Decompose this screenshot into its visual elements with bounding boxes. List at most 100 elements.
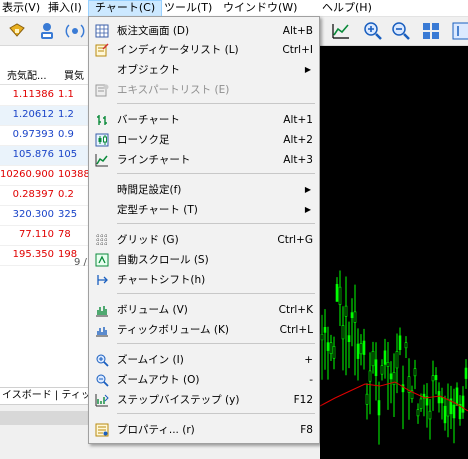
ask-price: 1.1 [58, 89, 74, 100]
market-watch-panel: 売気配... 買気 1.11386 1.1 1.20612 1.2 0.97393 0.9… [0, 46, 88, 459]
market-watch-row[interactable]: 0.28397 0.2 [0, 186, 88, 206]
candle-body [377, 400, 381, 416]
menu-item-properties[interactable]: プロパティ... (r) F8 [89, 420, 319, 440]
ask-price: 325 [58, 209, 78, 220]
candle-body [332, 346, 336, 359]
market-watch-row[interactable]: 1.11386 1.1 [0, 86, 88, 106]
bar-chart-icon [95, 113, 109, 127]
market-watch-header: 売気配... 買気 [0, 64, 88, 85]
candle-body [434, 375, 438, 381]
candlestick-icon [95, 133, 109, 147]
market-watch-icon[interactable] [6, 20, 28, 42]
candle-body [335, 284, 339, 302]
candle-body [401, 384, 405, 393]
ask-price: 78 [58, 229, 71, 240]
menu-item-auto-scroll[interactable]: 自動スクロール (S) [89, 250, 319, 270]
grid-icon [95, 233, 109, 247]
candle-body [464, 367, 468, 379]
ask-price: 1.2 [58, 109, 74, 120]
bid-price: 10260.900 [0, 169, 54, 180]
market-watch-row[interactable]: 1.20612 1.2 [0, 106, 88, 126]
column-header-bid[interactable]: 売気配... [7, 67, 57, 82]
menu-insert[interactable]: 挿入(I) [42, 0, 88, 17]
signal-icon[interactable] [64, 20, 86, 42]
candle-body [386, 362, 390, 367]
menu-separator [117, 413, 315, 414]
bid-price: 320.300 [12, 209, 54, 220]
ask-price: 10388 [58, 169, 88, 180]
navigator-icon[interactable] [36, 20, 58, 42]
menu-item-templates[interactable]: 定型チャート (T) ▶ [89, 200, 319, 220]
zoom-out-toolbar-icon[interactable] [390, 20, 412, 42]
bid-price: 1.11386 [12, 89, 54, 100]
column-header-ask[interactable]: 買気 [64, 67, 88, 82]
menu-tools[interactable]: ツール(T) [158, 0, 218, 17]
market-watch-row[interactable]: 10260.900 10388 [0, 166, 88, 186]
zoom-in-toolbar-icon[interactable] [362, 20, 384, 42]
market-watch-row[interactable]: 320.300 325 [0, 206, 88, 226]
market-watch-tabs[interactable]: イスボード | ティック [0, 387, 88, 405]
menu-item-bar-chart[interactable]: バーチャート Alt+1 [89, 110, 319, 130]
market-watch-row[interactable]: 0.97393 0.9 [0, 126, 88, 146]
line-chart-icon [95, 153, 109, 167]
bid-price: 105.876 [12, 149, 54, 160]
bid-price: 1.20612 [12, 109, 54, 120]
menu-help[interactable]: ヘルプ(H) [316, 0, 378, 17]
bid-price: 77.110 [19, 229, 54, 240]
candle-body [365, 393, 369, 405]
menu-item-step-by-step[interactable]: ステップバイステップ (y) F12 [89, 390, 319, 410]
market-watch-row[interactable]: 77.110 78 [0, 226, 88, 246]
candle-body [440, 396, 444, 404]
volume-icon [95, 303, 109, 317]
price-chart[interactable] [320, 46, 468, 459]
menu-separator [117, 343, 315, 344]
menu-item-indicator-list[interactable]: インディケータリスト (L) Ctrl+I [89, 40, 319, 60]
menu-item-timeframes[interactable]: 時間足設定(f) ▶ [89, 180, 319, 200]
submenu-arrow-icon: ▶ [304, 65, 311, 74]
tick-volume-icon [95, 323, 109, 337]
candle-body [428, 410, 432, 420]
order-book-icon [95, 24, 109, 38]
candle-body [359, 343, 363, 355]
ask-price: 105 [58, 149, 78, 160]
tile-windows-icon[interactable] [420, 20, 442, 42]
chart-shift-toolbar-icon[interactable] [450, 20, 468, 42]
expert-list-icon [95, 83, 109, 97]
candle-body [395, 351, 399, 369]
candle-body [323, 327, 327, 333]
candle-body [461, 395, 465, 413]
menu-view[interactable]: 表示(V) [0, 0, 46, 17]
chart-canvas [320, 270, 468, 445]
candle-body [455, 387, 459, 406]
menu-window[interactable]: ウインドウ(W) [217, 0, 303, 17]
menu-item-zoom-out[interactable]: ズームアウト (O) - [89, 370, 319, 390]
menu-item-tick-volume[interactable]: ティックボリューム (K) Ctrl+L [89, 320, 319, 340]
line-chart-toolbar-icon[interactable] [330, 20, 352, 42]
candle-body [371, 351, 375, 367]
menu-item-candlestick[interactable]: ローソク足 Alt+2 [89, 130, 319, 150]
menu-item-chart-shift[interactable]: チャートシフト(h) [89, 270, 319, 290]
candle-body [368, 370, 372, 382]
menu-chart[interactable]: チャート(C) [88, 0, 163, 17]
menu-item-zoom-in[interactable]: ズームイン (I) + [89, 350, 319, 370]
step-by-step-icon [95, 393, 109, 407]
candle-body [431, 375, 435, 382]
menu-item-volume[interactable]: ボリューム (V) Ctrl+K [89, 300, 319, 320]
candle-body [404, 342, 408, 349]
candle-body [320, 334, 324, 341]
menu-item-grid[interactable]: グリッド (G) Ctrl+G [89, 230, 319, 250]
candle-body [338, 286, 342, 305]
candle-body [437, 391, 441, 404]
candle-body [452, 404, 456, 419]
candle-body [443, 405, 447, 424]
candle-body [446, 399, 450, 417]
chart-dropdown-menu: 板注文画面 (D) Alt+B インディケータリスト (L) Ctrl+I オブ… [88, 16, 320, 444]
menu-item-order-book[interactable]: 板注文画面 (D) Alt+B [89, 21, 319, 41]
symbol-count: 9 / [74, 257, 87, 268]
candle-body [389, 373, 393, 380]
candle-body [347, 335, 351, 343]
menu-item-line-chart[interactable]: ラインチャート Alt+3 [89, 150, 319, 170]
candle-body [350, 312, 354, 319]
market-watch-row[interactable]: 105.876 105 [0, 146, 88, 166]
menu-item-objects[interactable]: オブジェクト ▶ [89, 60, 319, 80]
